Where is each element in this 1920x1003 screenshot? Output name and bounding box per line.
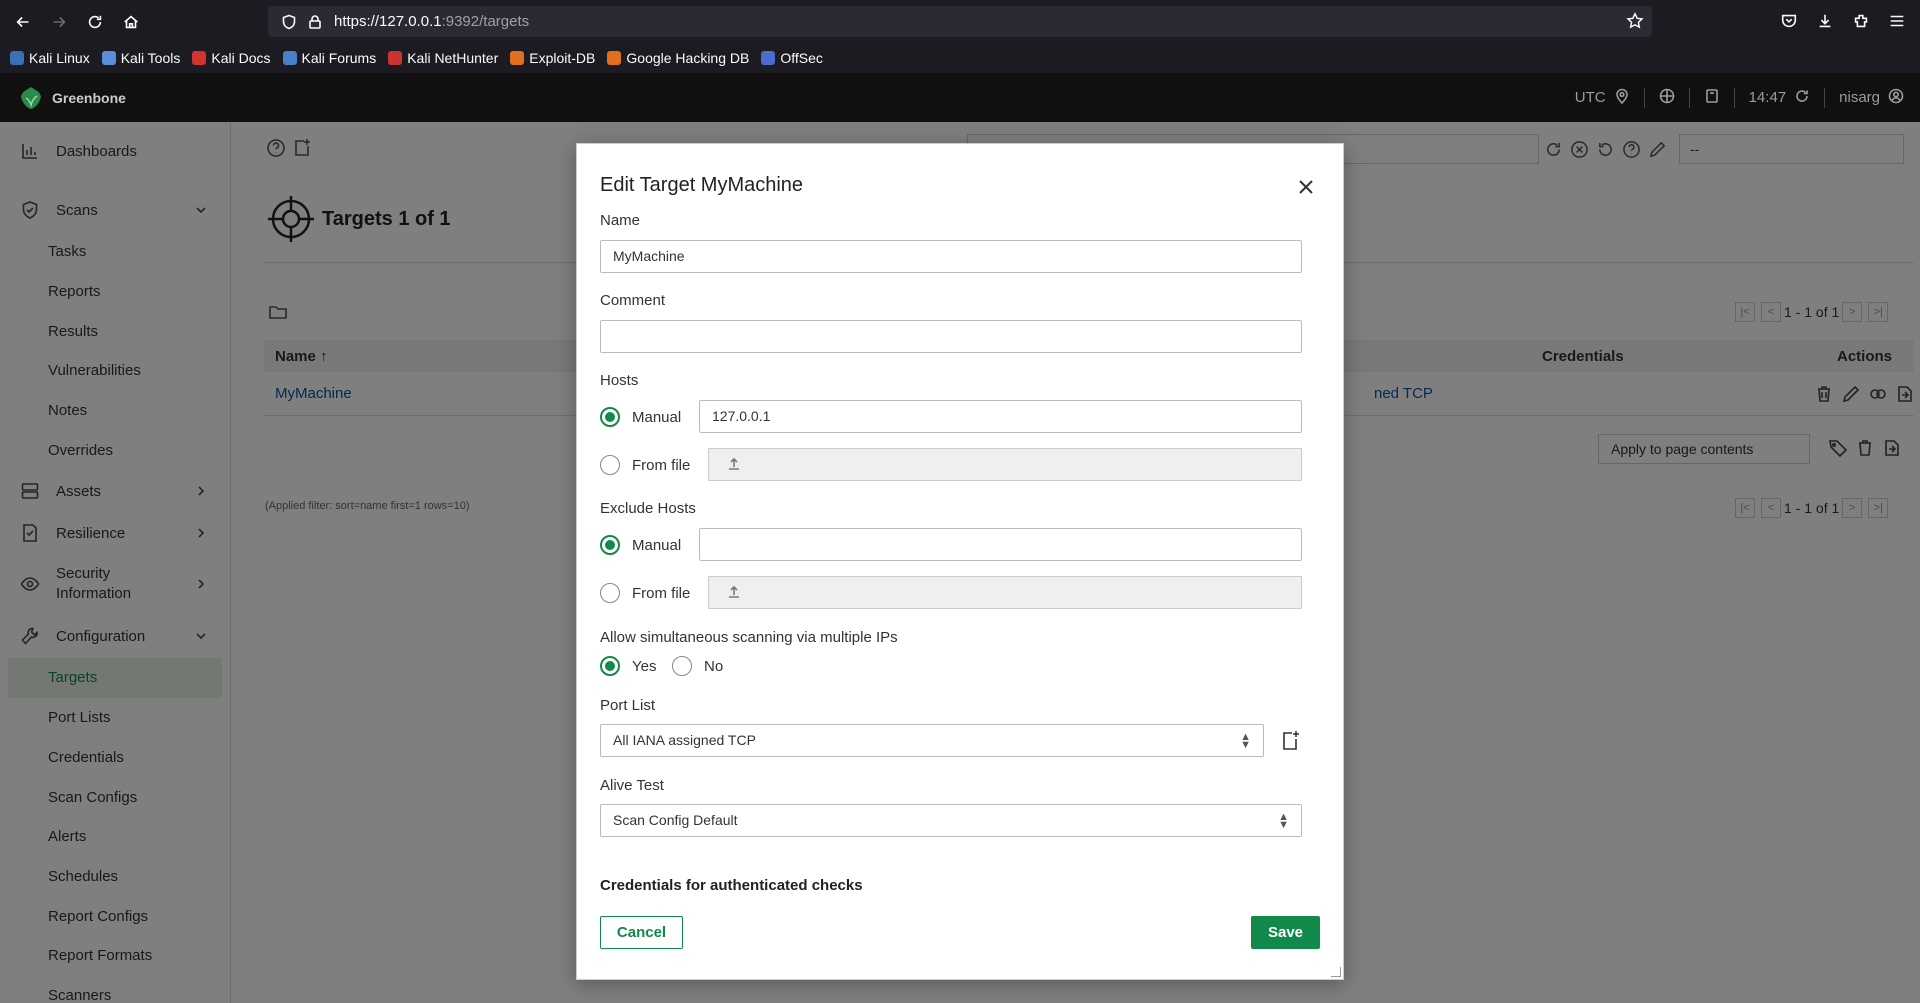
save-button[interactable]: Save: [1251, 916, 1320, 949]
lock-icon[interactable]: [302, 6, 328, 37]
app-header: Greenbone UTC 14:47 nisarg: [0, 73, 1920, 122]
radio-unchecked[interactable]: [600, 583, 620, 603]
exclude-hosts-input[interactable]: [699, 528, 1302, 561]
edit-target-dialog: Edit Target MyMachine Name MyMachine Com…: [576, 143, 1344, 980]
port-list-label: Port List: [600, 697, 656, 714]
radio-unchecked[interactable]: [672, 656, 692, 676]
nethunter-icon: [388, 51, 403, 65]
exclude-file-radio[interactable]: From file: [600, 583, 690, 603]
user-icon[interactable]: [1880, 88, 1904, 108]
close-icon[interactable]: [1295, 176, 1317, 198]
kali-forums-icon: [282, 51, 297, 65]
offsec-icon: [761, 51, 776, 65]
comment-label: Comment: [600, 292, 666, 309]
hosts-input[interactable]: 127.0.0.1: [699, 400, 1302, 433]
upload-icon: [729, 585, 739, 598]
radio-checked[interactable]: [600, 656, 620, 676]
name-label: Name: [600, 212, 641, 229]
shield-icon[interactable]: [276, 6, 302, 37]
radio-checked[interactable]: [600, 407, 620, 427]
menu-icon[interactable]: [1880, 4, 1914, 38]
hosts-label: Hosts: [600, 372, 639, 389]
location-icon: [1606, 88, 1630, 108]
manual-icon[interactable]: [1704, 88, 1720, 108]
bookmark-kali-tools[interactable]: Kali Tools: [101, 50, 180, 66]
kali-tools-icon: [101, 51, 116, 65]
alive-test-select[interactable]: Scan Config Default ▲ ▼: [600, 804, 1302, 837]
greenbone-logo[interactable]: Greenbone: [18, 85, 126, 111]
bookmark-kali-linux[interactable]: Kali Linux: [10, 50, 90, 66]
resize-handle[interactable]: [1331, 967, 1341, 977]
hosts-file-upload[interactable]: [708, 448, 1302, 481]
new-port-list-icon[interactable]: [1279, 730, 1301, 755]
exploit-db-icon: [510, 51, 525, 65]
exclude-manual-radio[interactable]: Manual: [600, 535, 681, 555]
exclude-hosts-label: Exclude Hosts: [600, 500, 696, 517]
browser-toolbar: https://127.0.0.1:9392/targets: [0, 0, 1920, 43]
port-list-select[interactable]: All IANA assigned TCP ▲ ▼: [600, 724, 1264, 757]
url-text[interactable]: https://127.0.0.1:9392/targets: [334, 13, 529, 30]
back-icon[interactable]: [6, 5, 40, 39]
refresh-icon[interactable]: [1786, 88, 1810, 108]
radio-checked[interactable]: [600, 535, 620, 555]
bookmarks-bar: Kali Linux Kali Tools Kali Docs Kali For…: [0, 43, 1920, 73]
extensions-icon[interactable]: [1844, 4, 1878, 38]
bookmark-kali-nethunter[interactable]: Kali NetHunter: [388, 50, 498, 66]
bookmark-offsec[interactable]: OffSec: [761, 50, 823, 66]
dialog-title: Edit Target MyMachine: [600, 174, 804, 196]
exclude-file-upload[interactable]: [708, 576, 1302, 609]
home-icon[interactable]: [114, 5, 148, 39]
simultaneous-yes-radio[interactable]: Yes: [600, 656, 656, 676]
cancel-button[interactable]: Cancel: [600, 916, 683, 949]
hosts-manual-radio[interactable]: Manual: [600, 407, 681, 427]
alive-test-label: Alive Test: [600, 777, 664, 794]
bookmark-google-hacking-db[interactable]: Google Hacking DB: [607, 50, 749, 66]
greenbone-logo-icon: [21, 86, 41, 109]
simultaneous-no-radio[interactable]: No: [672, 656, 723, 676]
timezone-label: UTC: [1574, 89, 1606, 106]
comment-input[interactable]: [600, 320, 1302, 353]
radio-unchecked[interactable]: [600, 455, 620, 475]
url-bar[interactable]: https://127.0.0.1:9392/targets: [268, 6, 1652, 37]
bookmark-kali-forums[interactable]: Kali Forums: [282, 50, 376, 66]
pocket-icon[interactable]: [1772, 4, 1806, 38]
bookmark-kali-docs[interactable]: Kali Docs: [192, 50, 271, 66]
forward-icon[interactable]: [42, 5, 76, 39]
language-icon[interactable]: [1659, 88, 1675, 108]
select-caret-icon: ▲ ▼: [1240, 731, 1251, 751]
brand-name: Greenbone: [52, 89, 126, 106]
upload-icon: [729, 457, 739, 470]
username[interactable]: nisarg: [1839, 89, 1880, 106]
clock-time: 14:47: [1748, 89, 1787, 106]
hosts-file-radio[interactable]: From file: [600, 455, 690, 475]
name-input[interactable]: MyMachine: [600, 240, 1302, 273]
simultaneous-label: Allow simultaneous scanning via multiple…: [600, 629, 898, 646]
kali-icon: [10, 51, 24, 65]
kali-docs-icon: [192, 51, 207, 65]
reload-icon[interactable]: [78, 5, 112, 39]
select-caret-icon: ▲ ▼: [1278, 811, 1289, 831]
downloads-icon[interactable]: [1808, 4, 1842, 38]
bookmark-star-icon[interactable]: [1626, 12, 1644, 33]
bookmark-exploit-db[interactable]: Exploit-DB: [510, 50, 595, 66]
ghdb-icon: [607, 51, 622, 65]
credentials-heading: Credentials for authenticated checks: [600, 877, 863, 894]
